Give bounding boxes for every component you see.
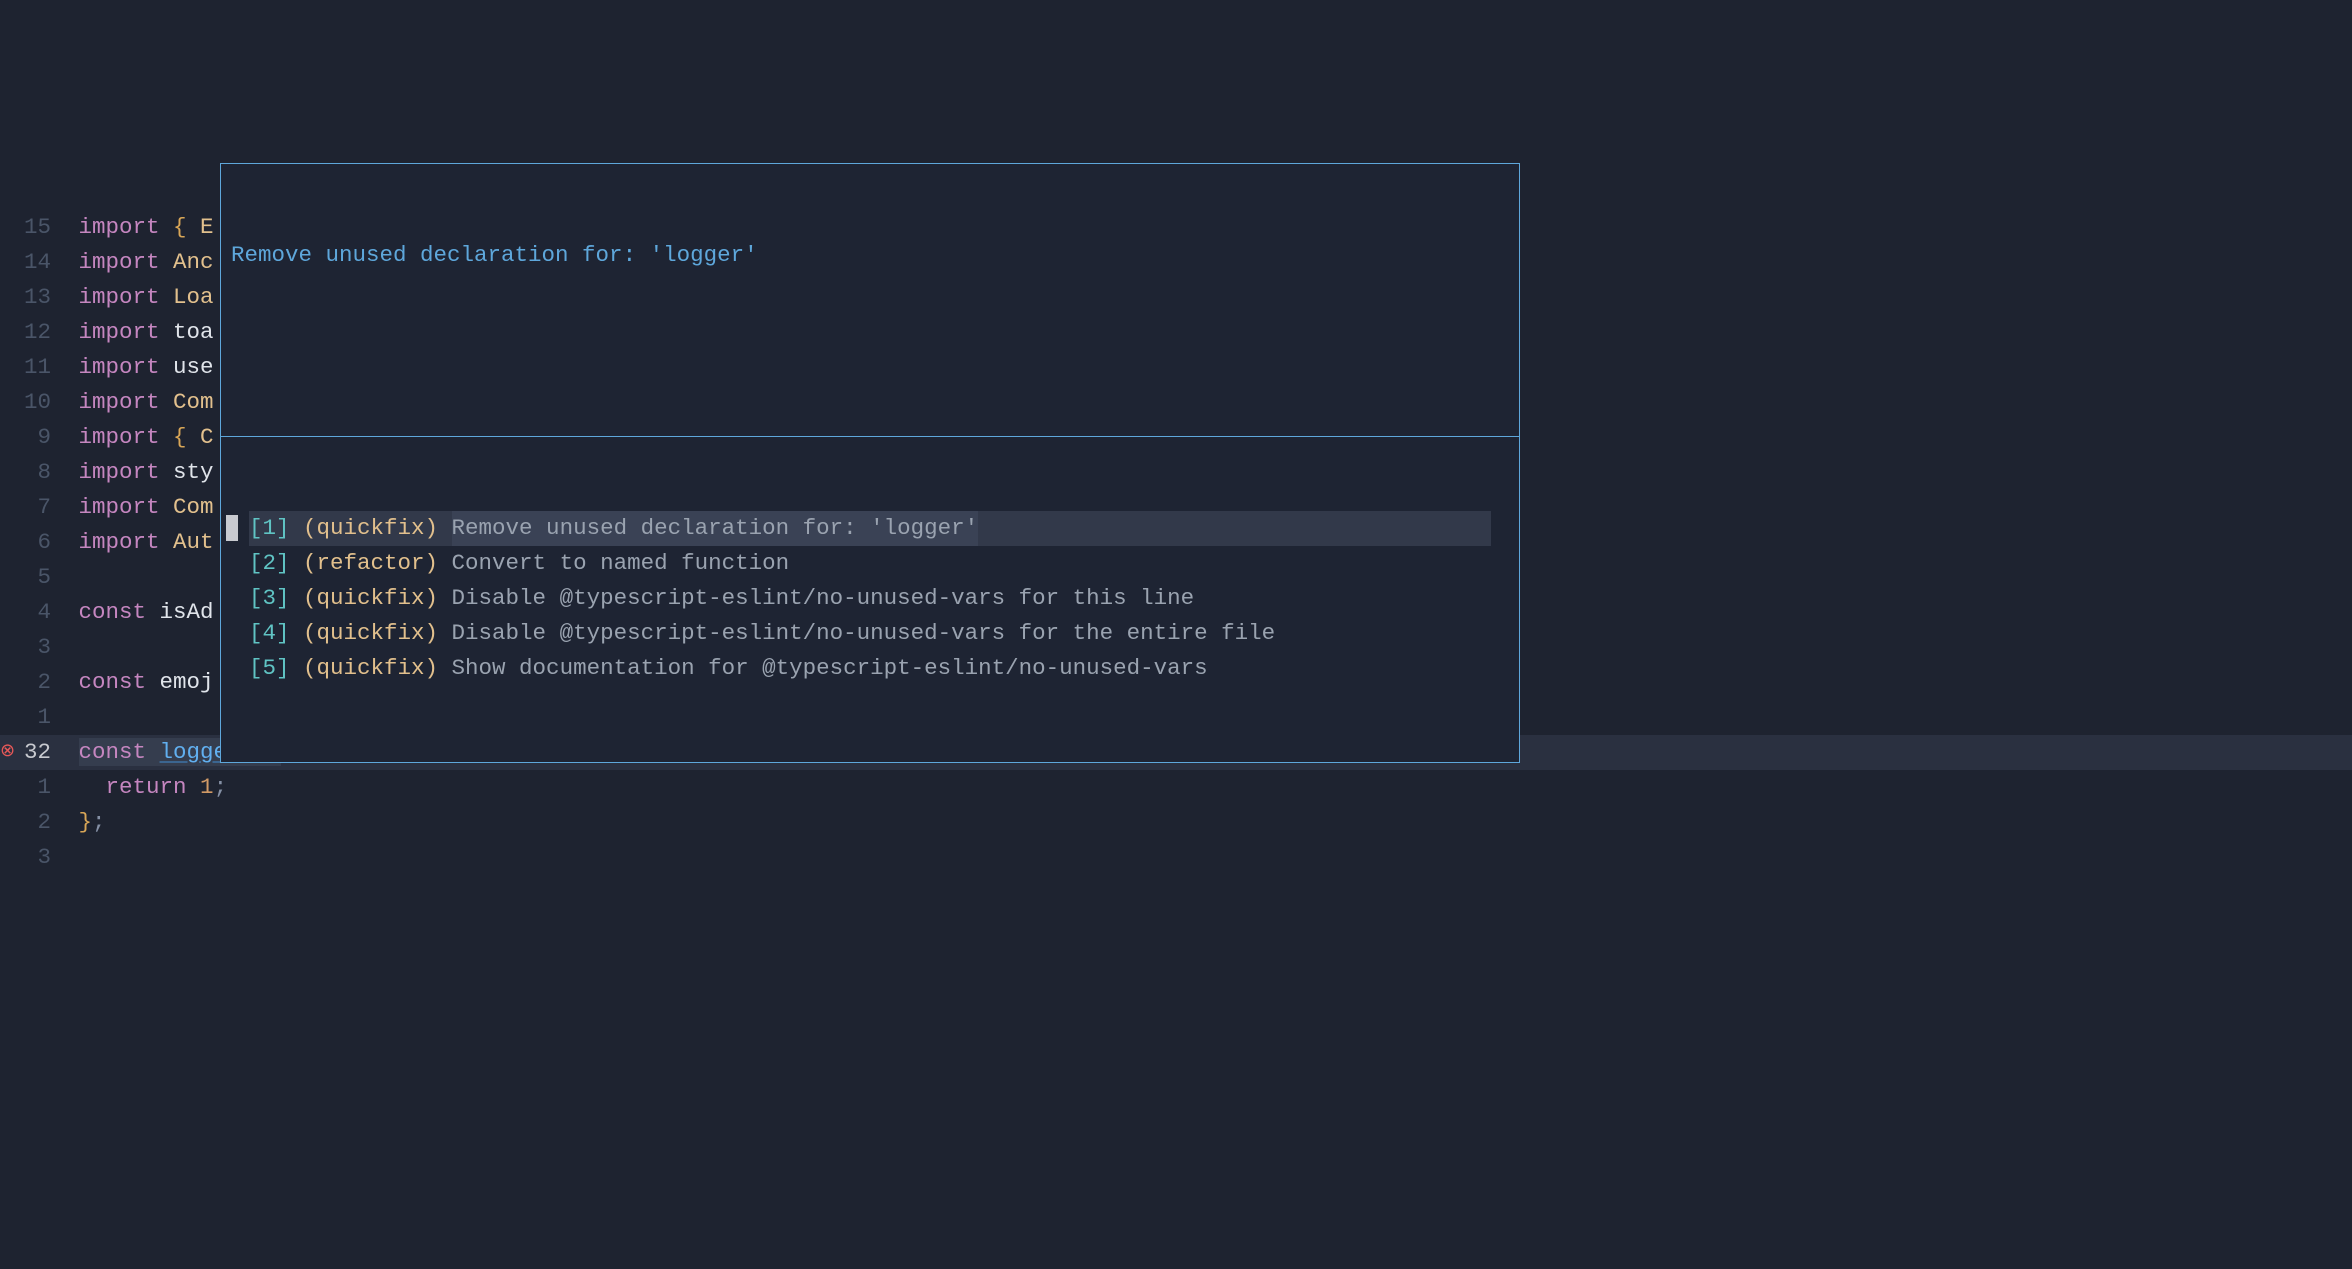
action-kind: (refactor) xyxy=(303,546,452,581)
code-line[interactable]: 2 }; xyxy=(0,805,2352,840)
code-content[interactable]: import Anc xyxy=(65,245,214,280)
action-index: [5] xyxy=(249,651,303,686)
action-description: Show documentation for @typescript-eslin… xyxy=(452,651,1208,686)
line-number: 12 xyxy=(0,315,65,350)
code-content[interactable]: import { C xyxy=(65,420,214,455)
code-content[interactable] xyxy=(65,630,79,665)
action-index: [3] xyxy=(249,581,303,616)
code-action-item[interactable]: [4] (quickfix) Disable @typescript-eslin… xyxy=(249,616,1491,651)
code-content[interactable]: const isAd xyxy=(65,595,214,630)
line-number: 4 xyxy=(0,595,65,630)
line-number: 1 xyxy=(0,770,65,805)
code-action-item[interactable]: [5] (quickfix) Show documentation for @t… xyxy=(249,651,1491,686)
line-number: ⊗32 xyxy=(0,735,65,770)
line-number: 10 xyxy=(0,385,65,420)
action-kind: (quickfix) xyxy=(303,616,452,651)
code-content[interactable] xyxy=(65,840,79,875)
code-action-list-popup[interactable]: [1] (quickfix) Remove unused declaration… xyxy=(220,436,1520,763)
code-content[interactable]: import use xyxy=(65,350,214,385)
action-index: [1] xyxy=(249,511,303,546)
action-description: Disable @typescript-eslint/no-unused-var… xyxy=(452,581,1195,616)
line-number: 14 xyxy=(0,245,65,280)
code-content[interactable]: return 1; xyxy=(65,770,227,805)
error-icon: ⊗ xyxy=(0,735,15,770)
editor-viewport: 15 import { E14 import Anc13 import Loa1… xyxy=(0,140,2352,1094)
blank-line xyxy=(231,343,1509,378)
code-line[interactable]: 1 return 1; xyxy=(0,770,2352,805)
action-index: [4] xyxy=(249,616,303,651)
code-action-title: Remove unused declaration for: 'logger' xyxy=(231,238,1509,273)
action-description: Disable @typescript-eslint/no-unused-var… xyxy=(452,616,1276,651)
line-number: 13 xyxy=(0,280,65,315)
code-content[interactable]: }; xyxy=(65,805,106,840)
code-action-item[interactable]: [2] (refactor) Convert to named function xyxy=(249,546,1491,581)
code-content[interactable]: import Loa xyxy=(65,280,214,315)
code-content[interactable]: import toa xyxy=(65,315,214,350)
line-number: 8 xyxy=(0,455,65,490)
code-content[interactable]: const emoj xyxy=(65,665,214,700)
action-description: Remove unused declaration for: 'logger' xyxy=(452,511,979,546)
action-index: [2] xyxy=(249,546,303,581)
line-number: 5 xyxy=(0,560,65,595)
code-line[interactable]: 3 xyxy=(0,840,2352,875)
line-number: 3 xyxy=(0,840,65,875)
code-content[interactable]: import Com xyxy=(65,385,214,420)
action-kind: (quickfix) xyxy=(303,511,452,546)
code-action-item[interactable]: [1] (quickfix) Remove unused declaration… xyxy=(249,511,1491,546)
line-number: 7 xyxy=(0,490,65,525)
code-content[interactable]: import sty xyxy=(65,455,214,490)
code-content[interactable]: import { E xyxy=(65,210,214,245)
line-number: 2 xyxy=(0,805,65,840)
line-number: 11 xyxy=(0,350,65,385)
line-number: 1 xyxy=(0,700,65,735)
code-content[interactable] xyxy=(65,700,79,735)
line-number: 6 xyxy=(0,525,65,560)
line-number: 2 xyxy=(0,665,65,700)
line-number: 9 xyxy=(0,420,65,455)
action-kind: (quickfix) xyxy=(303,581,452,616)
code-content[interactable]: import Com xyxy=(65,490,214,525)
line-number: 3 xyxy=(0,630,65,665)
action-description: Convert to named function xyxy=(452,546,790,581)
code-content[interactable]: import Aut xyxy=(65,525,214,560)
action-kind: (quickfix) xyxy=(303,651,452,686)
code-content[interactable] xyxy=(65,560,79,595)
code-action-item[interactable]: [3] (quickfix) Disable @typescript-eslin… xyxy=(249,581,1491,616)
line-number: 15 xyxy=(0,210,65,245)
